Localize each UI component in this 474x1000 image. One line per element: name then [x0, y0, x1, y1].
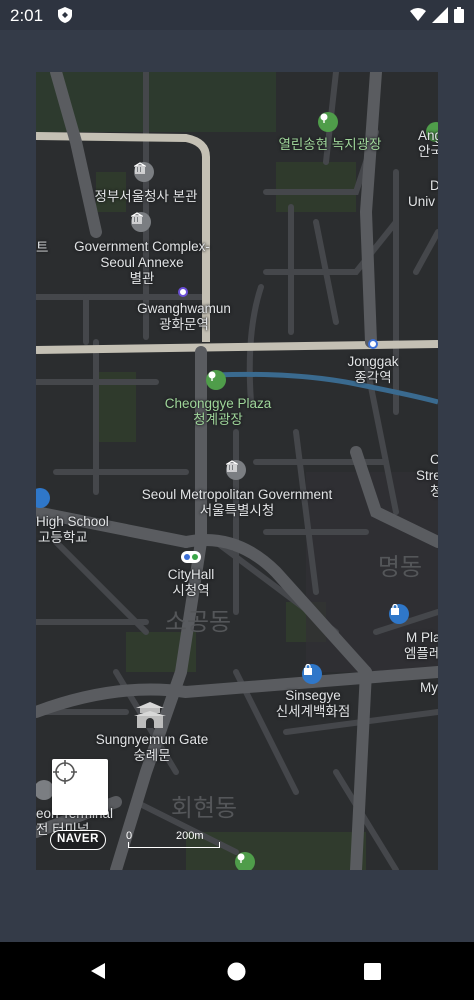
map-label: 별관 [129, 271, 155, 286]
map-label: 엠플레 [404, 646, 438, 661]
subway-station-cityhall[interactable] [181, 551, 201, 563]
shopping-icon[interactable] [389, 604, 409, 624]
map-label: C [430, 452, 438, 467]
building-icon[interactable] [131, 212, 151, 232]
map-label: Univ [408, 194, 436, 209]
map-label: 고등학교 [38, 530, 88, 545]
map-label: Ang [418, 128, 438, 143]
map-label: 숭례문 [133, 748, 171, 763]
map-label: Seoul Annexe [100, 255, 184, 270]
map-label: High School [36, 514, 109, 529]
park-icon[interactable] [318, 112, 338, 132]
map-label: 안국 [418, 144, 438, 159]
map-label: CityHall [167, 567, 215, 582]
map-label: Sinsegye [285, 688, 341, 703]
subway-station-jonggak[interactable] [368, 339, 378, 349]
map-label: 신세계백화점 [275, 704, 351, 719]
map-label: 청 [430, 484, 438, 499]
recents-icon[interactable] [364, 963, 381, 985]
map-view[interactable]: 정부서울청사 본관 Government Complex- Seoul Anne… [36, 72, 438, 870]
scale-bar [128, 842, 220, 848]
map-scale: 0 200m [126, 830, 220, 848]
map-label: Jonggak [347, 354, 399, 369]
status-icons [410, 7, 464, 28]
map-label: Government Complex- [74, 239, 210, 254]
scale-end: 200m [176, 830, 204, 842]
map-label: 트 [36, 240, 49, 255]
shopping-icon[interactable] [302, 664, 322, 684]
signal-icon [410, 7, 426, 28]
current-location-button[interactable] [52, 759, 108, 815]
system-nav-bar [0, 942, 474, 1000]
cell-signal-icon [432, 7, 448, 28]
map-label: Seoul Metropolitan Government [141, 487, 333, 502]
shield-icon [58, 7, 72, 28]
scale-start: 0 [126, 830, 133, 842]
status-bar: 2:01 [0, 0, 474, 30]
district-label: 회현동 [170, 795, 238, 822]
district-label: 명동 [377, 554, 423, 581]
map-label: 시청역 [172, 583, 210, 598]
building-icon[interactable] [226, 460, 246, 480]
park-icon[interactable] [206, 370, 226, 390]
status-time: 2:01 [10, 6, 44, 25]
building-icon[interactable] [134, 162, 154, 182]
district-label: 소공동 [164, 609, 232, 636]
map-label: 종각역 [354, 370, 392, 385]
map-label: Sungnyemun Gate [95, 732, 209, 747]
back-icon[interactable] [89, 962, 107, 985]
map-label: Gwanghwamun [137, 301, 231, 316]
map-label: 열린송현 녹지광장 [278, 137, 382, 152]
map-label: Stre [416, 468, 438, 483]
naver-logo[interactable]: NAVER [50, 830, 106, 850]
home-icon[interactable] [227, 962, 246, 986]
map-label: 정부서울청사 본관 [94, 189, 198, 204]
map-label: 청계광장 [193, 412, 243, 427]
map-label: 서울특별시청 [199, 503, 275, 518]
map-label: My [420, 680, 438, 695]
park-icon[interactable] [235, 852, 255, 870]
map-label: Cheonggye Plaza [164, 396, 272, 411]
subway-station-gwanghwamun[interactable] [178, 287, 188, 297]
map-label: 광화문역 [159, 317, 209, 332]
map-label: D [430, 178, 438, 193]
map-label: M Pla [406, 630, 438, 645]
battery-icon [454, 7, 464, 28]
